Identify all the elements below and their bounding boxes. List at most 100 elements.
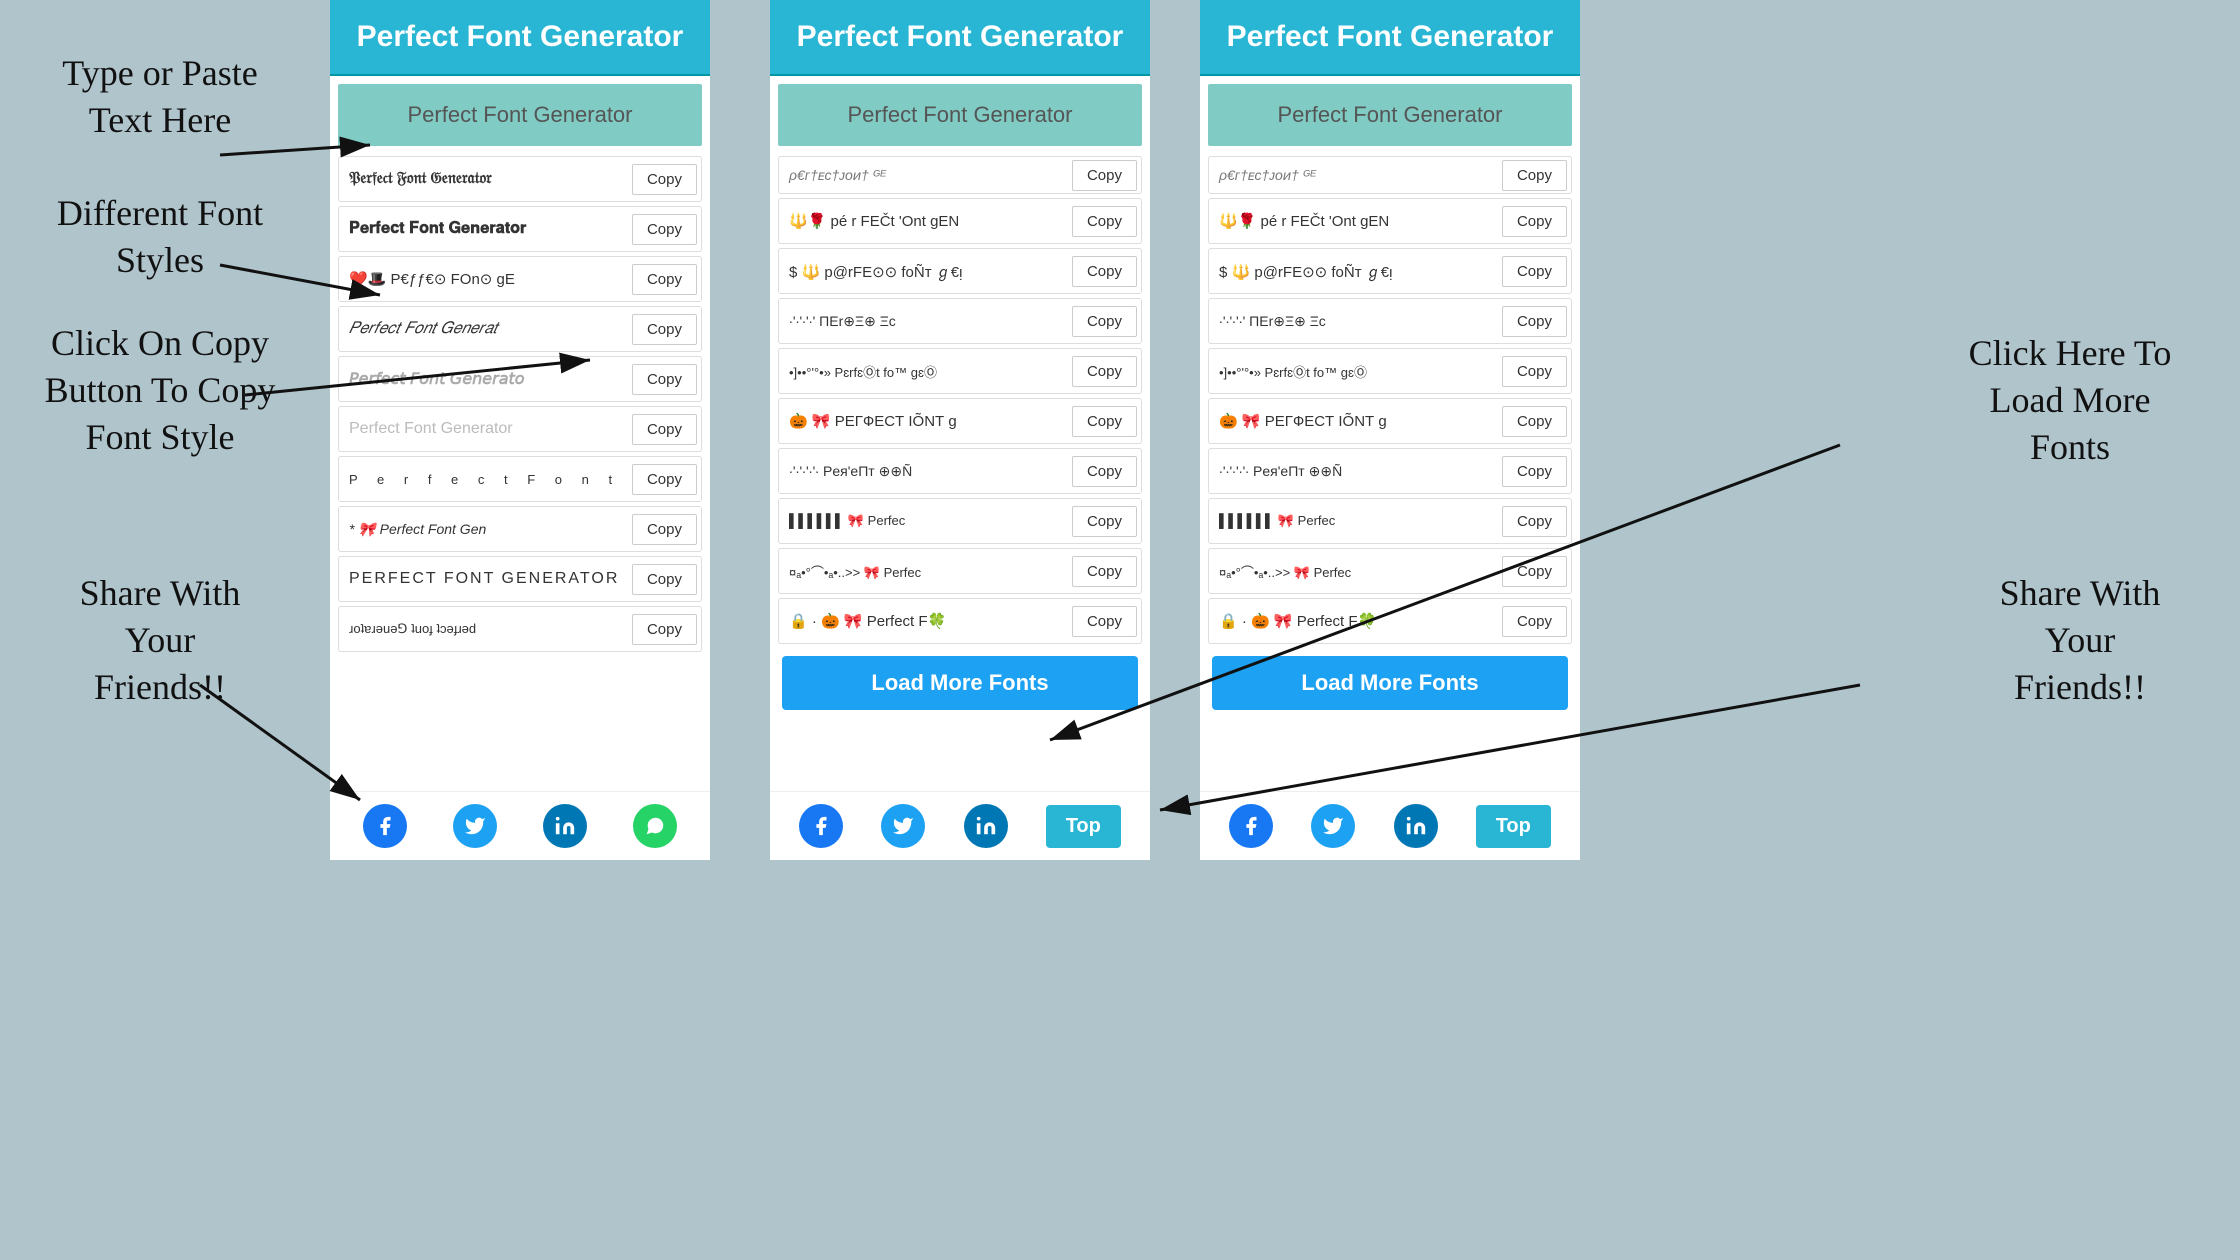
third-panel-body: ρ€ᴦ†ᴇᴄ†ᴊᴏᴎ† ᴳᴱ Copy 🔱🌹 pé r FEČt 'Ont gE…: [1200, 76, 1580, 791]
copy-btn-decorated[interactable]: Copy: [632, 514, 697, 545]
font-row-spaced: P e r f e c t F o n t Copy: [338, 456, 702, 502]
third-panel-header: Perfect Font Generator: [1200, 0, 1580, 76]
copy-btn-emoji4[interactable]: Copy: [1072, 406, 1137, 437]
third-row-3: ∙'∙'∙'∙' ΠΕr⊕Ξ⊕ Ξc Copy: [1208, 298, 1572, 344]
left-social-bar: [330, 791, 710, 860]
font-row-caps: PERFECT FONT GENERATOR Copy: [338, 556, 702, 602]
copy-btn-faded[interactable]: Copy: [632, 414, 697, 445]
font-row-emoji5: 🔒 · 🎃 🎀 Perfect F🍀 Copy: [778, 598, 1142, 644]
font-row-bars: ▌▌▌▌▌▌ 🎀 Perfec Copy: [778, 498, 1142, 544]
third-text-partial: ρ€ᴦ†ᴇᴄ†ᴊᴏᴎ† ᴳᴱ: [1213, 165, 1502, 185]
font-row-sans-italic: 𝘗𝘦𝘳𝘧𝘦𝘤𝘵 𝘍𝘰𝘯𝘵 𝘎𝘦𝘯𝘦𝘳𝘢𝘵𝘰 Copy: [338, 356, 702, 402]
third-text-9: 🔒 · 🎃 🎀 Perfect F🍀: [1213, 608, 1502, 634]
left-whatsapp-btn[interactable]: [633, 804, 677, 848]
third-copy-8[interactable]: Copy: [1502, 556, 1567, 587]
copy-btn-bold[interactable]: Copy: [632, 214, 697, 245]
font-row-flipped: ɹoʇɐɹǝuǝ⅁ ʇuoɟ ʇɔǝɟɹǝd Copy: [338, 606, 702, 652]
font-text-emoji4: 🎃 🎀 ΡΕГФΕCТ ΙÕΝТ g: [783, 408, 1072, 434]
annotation-share-left: Share WithYourFriends!!: [30, 570, 290, 710]
font-text-sans-italic: 𝘗𝘦𝘳𝘧𝘦𝘤𝘵 𝘍𝘰𝘯𝘵 𝘎𝘦𝘯𝘦𝘳𝘢𝘵𝘰: [343, 365, 632, 393]
copy-btn-dots2[interactable]: Copy: [1072, 456, 1137, 487]
third-row-9: 🔒 · 🎃 🎀 Perfect F🍀 Copy: [1208, 598, 1572, 644]
font-text-emoji: ❤️🎩 P€ƒƒ€⊙ FOn⊙ gE: [343, 266, 632, 292]
left-linkedin-btn[interactable]: [543, 804, 587, 848]
font-text-italic: 𝑃𝑒𝑟𝑓𝑒𝑐𝑡 𝐹𝑜𝑛𝑡 𝐺𝑒𝑛𝑒𝑟𝑎𝑡: [343, 316, 632, 342]
font-text-emoji5: 🔒 · 🎃 🎀 Perfect F🍀: [783, 608, 1072, 634]
right-text-input[interactable]: [778, 84, 1142, 146]
third-text-2: $ 🔱 p@rFE⊙⊙ foÑт ℊ€ᴉ: [1213, 257, 1502, 286]
third-copy-2[interactable]: Copy: [1502, 256, 1567, 287]
font-row-border: •]••°'°•» PɛrfɛⓄt fo™ gɛⓄ Copy: [778, 348, 1142, 394]
third-linkedin-btn[interactable]: [1394, 804, 1438, 848]
font-text-caps: PERFECT FONT GENERATOR: [343, 566, 632, 592]
third-twitter-btn[interactable]: [1311, 804, 1355, 848]
font-row-italic: 𝑃𝑒𝑟𝑓𝑒𝑐𝑡 𝐹𝑜𝑛𝑡 𝐺𝑒𝑛𝑒𝑟𝑎𝑡 Copy: [338, 306, 702, 352]
font-text-bars: ▌▌▌▌▌▌ 🎀 Perfec: [783, 509, 1072, 533]
font-text-dots: ∙'∙'∙'∙' ΠΕr⊕Ξ⊕ Ξc: [783, 309, 1072, 334]
third-copy-partial[interactable]: Copy: [1502, 160, 1567, 191]
annotation-font-styles: Different Font Styles: [30, 190, 290, 284]
font-row-emoji4: 🎃 🎀 ΡΕГФΕCТ ΙÕΝТ g Copy: [778, 398, 1142, 444]
third-copy-1[interactable]: Copy: [1502, 206, 1567, 237]
font-text-emoji2: 🔱🌹 pé r FEČt 'Ont gEN: [783, 208, 1072, 234]
right-linkedin-btn[interactable]: [964, 804, 1008, 848]
third-text-7: ▌▌▌▌▌▌ 🎀 Perfec: [1213, 509, 1502, 533]
font-text-bold: 𝐏𝐞𝐫𝐟𝐞𝐜𝐭 𝐅𝐨𝐧𝐭 𝐆𝐞𝐧𝐞𝐫𝐚𝐭𝐨𝐫: [343, 216, 632, 242]
right-twitter-btn[interactable]: [881, 804, 925, 848]
third-copy-5[interactable]: Copy: [1502, 406, 1567, 437]
font-text-flipped: ɹoʇɐɹǝuǝ⅁ ʇuoɟ ʇɔǝɟɹǝd: [343, 617, 632, 641]
left-text-input[interactable]: [338, 84, 702, 146]
font-row-fancy: ¤ₐ•°⌒•ₐ•..>> 🎀 Perfec Copy: [778, 548, 1142, 594]
font-row-blackletter: 𝔓𝔢𝔯𝔣𝔢𝔠𝔱 𝔉𝔬𝔫𝔱 𝔊𝔢𝔫𝔢𝔯𝔞𝔱𝔬𝔯 Copy: [338, 156, 702, 202]
third-row-4: •]••°'°•» PɛrfɛⓄt fo™ gɛⓄ Copy: [1208, 348, 1572, 394]
font-row-partial-top: ρ€ᴦ†ᴇᴄ†ᴊᴏᴎ† ᴳᴱ Copy: [778, 156, 1142, 194]
copy-btn-bars[interactable]: Copy: [1072, 506, 1137, 537]
copy-btn-dots[interactable]: Copy: [1072, 306, 1137, 337]
top-btn[interactable]: Top: [1046, 805, 1121, 848]
left-phone-panel: Perfect Font Generator 𝔓𝔢𝔯𝔣𝔢𝔠𝔱 𝔉𝔬𝔫𝔱 𝔊𝔢𝔫𝔢…: [330, 0, 710, 860]
third-facebook-btn[interactable]: [1229, 804, 1273, 848]
third-top-btn[interactable]: Top: [1476, 805, 1551, 848]
third-copy-6[interactable]: Copy: [1502, 456, 1567, 487]
third-text-input[interactable]: [1208, 84, 1572, 146]
right-panel-header: Perfect Font Generator: [770, 0, 1150, 76]
third-text-4: •]••°'°•» PɛrfɛⓄt fo™ gɛⓄ: [1213, 358, 1502, 385]
copy-btn-partial[interactable]: Copy: [1072, 160, 1137, 191]
copy-btn-emoji[interactable]: Copy: [632, 264, 697, 295]
third-text-3: ∙'∙'∙'∙' ΠΕr⊕Ξ⊕ Ξc: [1213, 309, 1502, 334]
copy-btn-emoji5[interactable]: Copy: [1072, 606, 1137, 637]
copy-btn-blackletter[interactable]: Copy: [632, 164, 697, 195]
copy-btn-emoji2[interactable]: Copy: [1072, 206, 1137, 237]
font-text-spaced: P e r f e c t F o n t: [343, 468, 632, 491]
copy-btn-fancy[interactable]: Copy: [1072, 556, 1137, 587]
third-copy-3[interactable]: Copy: [1502, 306, 1567, 337]
third-social-bar: Top: [1200, 791, 1580, 860]
left-facebook-btn[interactable]: [363, 804, 407, 848]
annotation-load-more: Click Here ToLoad MoreFonts: [1930, 330, 2210, 470]
right-panel-body: ρ€ᴦ†ᴇᴄ†ᴊᴏᴎ† ᴳᴱ Copy 🔱🌹 pé r FEČt 'Ont gE…: [770, 76, 1150, 791]
copy-btn-emoji3[interactable]: Copy: [1072, 256, 1137, 287]
copy-btn-border[interactable]: Copy: [1072, 356, 1137, 387]
third-phone-panel: Perfect Font Generator ρ€ᴦ†ᴇᴄ†ᴊᴏᴎ† ᴳᴱ Co…: [1200, 0, 1580, 860]
third-row-8: ¤ₐ•°⌒•ₐ•..>> 🎀 Perfec Copy: [1208, 548, 1572, 594]
right-facebook-btn[interactable]: [799, 804, 843, 848]
copy-btn-flipped[interactable]: Copy: [632, 614, 697, 645]
third-copy-7[interactable]: Copy: [1502, 506, 1567, 537]
third-load-more-btn[interactable]: Load More Fonts: [1212, 656, 1568, 710]
copy-btn-sans-italic[interactable]: Copy: [632, 364, 697, 395]
font-row-faded: Perfect Font Generator Copy: [338, 406, 702, 452]
annotation-type-paste: Type or Paste Text Here: [30, 50, 290, 144]
copy-btn-spaced[interactable]: Copy: [632, 464, 697, 495]
copy-btn-italic[interactable]: Copy: [632, 314, 697, 345]
left-twitter-btn[interactable]: [453, 804, 497, 848]
third-text-1: 🔱🌹 pé r FEČt 'Ont gEN: [1213, 208, 1502, 234]
third-copy-4[interactable]: Copy: [1502, 356, 1567, 387]
copy-btn-caps[interactable]: Copy: [632, 564, 697, 595]
font-text-fancy: ¤ₐ•°⌒•ₐ•..>> 🎀 Perfec: [783, 558, 1072, 585]
load-more-btn[interactable]: Load More Fonts: [782, 656, 1138, 710]
font-text-border: •]••°'°•» PɛrfɛⓄt fo™ gɛⓄ: [783, 358, 1072, 385]
third-text-8: ¤ₐ•°⌒•ₐ•..>> 🎀 Perfec: [1213, 558, 1502, 585]
font-text-partial: ρ€ᴦ†ᴇᴄ†ᴊᴏᴎ† ᴳᴱ: [783, 165, 1072, 185]
third-row-5: 🎃 🎀 ΡΕГФΕCТ ΙÕΝТ g Copy: [1208, 398, 1572, 444]
third-copy-9[interactable]: Copy: [1502, 606, 1567, 637]
